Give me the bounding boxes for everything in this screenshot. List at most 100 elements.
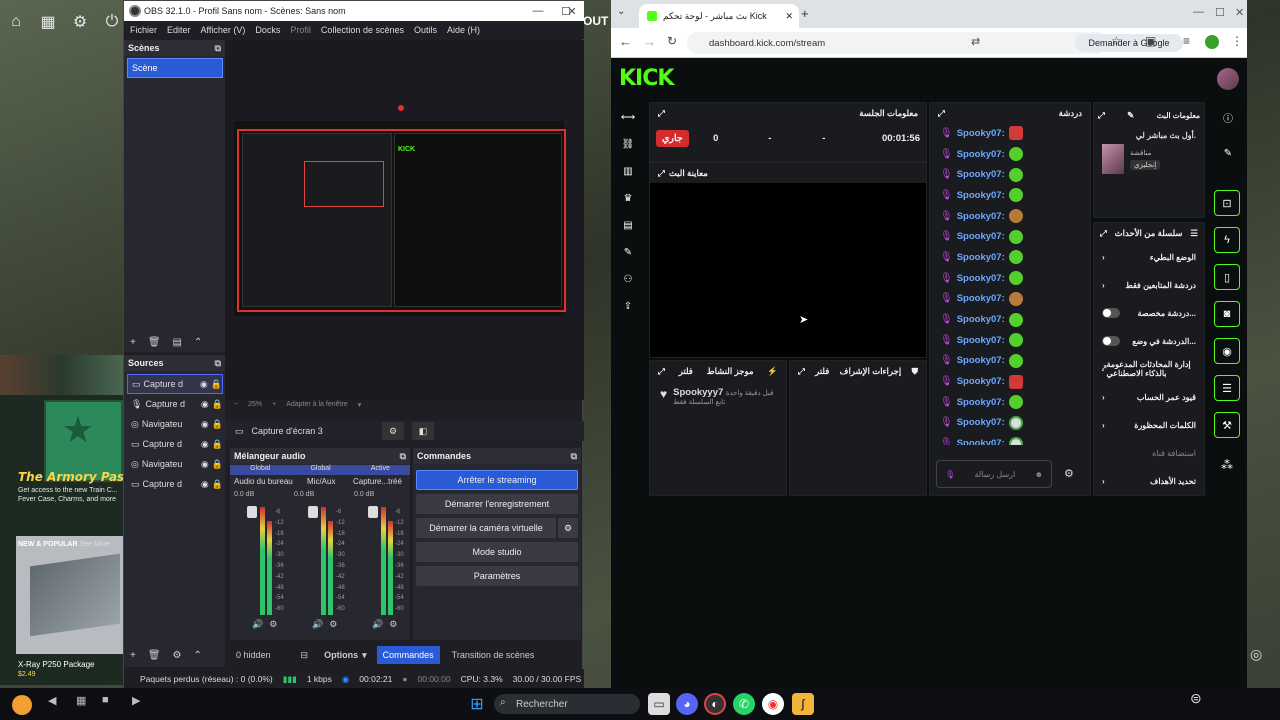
chat-username[interactable]: Spooky07:: [957, 335, 1005, 346]
upload-icon[interactable]: ⇪: [621, 299, 635, 313]
tab-scene-transitions[interactable]: Transition de scènes: [446, 650, 541, 660]
reload-icon[interactable]: ↻: [667, 34, 677, 48]
chat-message[interactable]: 🎙 Spooky07:: [930, 392, 1090, 413]
close-tab-icon[interactable]: ✕: [785, 11, 793, 22]
chat-settings-icon[interactable]: ⚙: [1064, 467, 1074, 480]
filter-icon[interactable]: ▤: [173, 337, 182, 348]
broadcast-icon[interactable]: ◉: [1214, 338, 1240, 364]
trash-icon[interactable]: 🗑: [148, 337, 161, 348]
options-button[interactable]: Options ▾: [324, 650, 367, 661]
address-bar[interactable]: dashboard.kick.com/stream Demander à Goo…: [687, 32, 1183, 54]
add-icon[interactable]: +: [130, 337, 136, 348]
browser-tab[interactable]: بث مباشر - لوحة تحكم Kick ✕: [639, 4, 799, 28]
expand-icon[interactable]: ⤢: [1100, 228, 1107, 239]
source-item[interactable]: ▭ Capture d ◉ 🔒: [127, 374, 223, 394]
rotate-handle[interactable]: [398, 105, 404, 111]
back-icon[interactable]: ←: [619, 34, 632, 49]
obs-taskbar-icon[interactable]: ◐: [704, 693, 726, 715]
undock-icon[interactable]: ⧉: [400, 451, 406, 462]
filter-label[interactable]: فلتر: [679, 366, 693, 377]
stop-streaming-button[interactable]: Arrêter le streaming: [416, 470, 578, 490]
chevron-down-icon[interactable]: ⌄: [617, 6, 625, 17]
chat-message[interactable]: 🎙 Spooky07:: [930, 144, 1090, 165]
undock-icon[interactable]: ⧉: [215, 358, 221, 369]
windows-start-icon[interactable]: ⊞: [466, 693, 488, 715]
translate-icon[interactable]: ⇄: [971, 35, 980, 48]
layout-icon[interactable]: ⁂: [1221, 458, 1233, 472]
ad-see-more[interactable]: See More: [79, 541, 109, 548]
more-icon[interactable]: ⋮: [1231, 34, 1243, 48]
whatsapp-icon[interactable]: ✆: [733, 693, 755, 715]
preview-selection[interactable]: [237, 129, 566, 312]
channel-name[interactable]: Audio du bureau: [234, 477, 293, 486]
chevron-up-icon[interactable]: ⌃: [194, 337, 202, 348]
profile-avatar[interactable]: [1205, 35, 1219, 49]
info-icon[interactable]: ⓘ: [1213, 110, 1243, 130]
volume-slider[interactable]: [247, 506, 257, 518]
eye-icon[interactable]: ◉: [201, 419, 209, 430]
menu-docks[interactable]: Docks: [251, 25, 284, 35]
lock-icon[interactable]: 🔒: [212, 399, 223, 410]
settings-nav-item[interactable]: › قيود عمر الحساب: [1094, 383, 1204, 411]
gear-icon[interactable]: ⚙: [329, 619, 337, 630]
sidepanel-icon[interactable]: ▣: [1145, 34, 1156, 48]
chat-message[interactable]: 🎙 Spooky07:: [930, 413, 1090, 434]
chat-username[interactable]: Spooky07:: [957, 438, 1005, 445]
forward-icon[interactable]: →: [643, 34, 656, 49]
chat-message[interactable]: 🎙 Spooky07:: [930, 330, 1090, 351]
chrome-icon[interactable]: ◉: [762, 693, 784, 715]
file-explorer-icon[interactable]: ▭: [648, 693, 670, 715]
chat-input[interactable]: 🎙 ارسل رسالة ☻: [936, 460, 1052, 488]
users-icon[interactable]: ⚇: [621, 272, 635, 286]
chat-message[interactable]: 🎙 Spooky07:: [930, 268, 1090, 289]
source-item[interactable]: ◎ Navigateu ◉ 🔒: [127, 414, 223, 434]
zoom-in-icon[interactable]: +: [272, 401, 276, 409]
chat-message[interactable]: 🎙 Spooky07:: [930, 309, 1090, 330]
fingerprint-icon[interactable]: ◎: [1250, 646, 1262, 663]
speaker-icon[interactable]: 🔊: [312, 619, 323, 630]
source-item[interactable]: ◎ Navigateu ◉ 🔒: [127, 454, 223, 474]
eye-icon[interactable]: ◉: [201, 459, 209, 470]
chat-message[interactable]: 🎙 Spooky07:: [930, 371, 1090, 392]
wrench-icon[interactable]: ✎: [621, 245, 635, 259]
menu-file[interactable]: Fichier: [126, 25, 161, 35]
start-virtual-camera-button[interactable]: Démarrer la caméra virtuelle: [416, 518, 556, 538]
speaker-icon[interactable]: 🔊: [252, 619, 263, 630]
chat-message[interactable]: 🎙 Spooky07:: [930, 351, 1090, 372]
menu-tools[interactable]: Outils: [410, 25, 441, 35]
chat-message[interactable]: 🎙 Spooky07:: [930, 206, 1090, 227]
document-icon[interactable]: ▯: [1214, 264, 1240, 290]
gear-icon[interactable]: ⚙: [173, 650, 182, 661]
menu-edit[interactable]: Editer: [163, 25, 195, 35]
stream-icon[interactable]: ⟷: [621, 110, 635, 124]
grid-icon[interactable]: ▦: [34, 8, 62, 36]
discord-icon[interactable]: ◕: [676, 693, 698, 715]
settings-nav-item[interactable]: › دردشة المتابعين فقط: [1094, 271, 1204, 299]
settings-button[interactable]: Paramètres: [416, 566, 578, 586]
eye-icon[interactable]: ◉: [200, 379, 208, 390]
trash-icon[interactable]: 🗑: [148, 650, 161, 661]
minimize-icon[interactable]: —: [524, 1, 552, 21]
bolt-icon[interactable]: ϟ: [1214, 227, 1240, 253]
settings-nav-item[interactable]: دردشة مخصصة...: [1094, 299, 1204, 327]
play-icon[interactable]: ▶: [132, 694, 140, 707]
gear-icon[interactable]: ⚙: [558, 518, 578, 538]
chat-username[interactable]: Spooky07:: [957, 293, 1005, 304]
studio-mode-button[interactable]: Mode studio: [416, 542, 578, 562]
source-properties-icon[interactable]: ⚙: [382, 422, 404, 440]
minimize-icon[interactable]: —: [1193, 6, 1204, 18]
gear-icon[interactable]: ⚙: [269, 619, 277, 630]
stop-icon[interactable]: ■: [102, 694, 109, 706]
expand-icon[interactable]: ⤢: [658, 366, 665, 377]
app-icon[interactable]: ∫: [792, 693, 814, 715]
undock-icon[interactable]: ⧉: [571, 451, 577, 462]
eye-icon[interactable]: ◉: [201, 479, 209, 490]
settings-nav-item[interactable]: › الكلمات المحظورة: [1094, 411, 1204, 439]
link-icon[interactable]: ⛓: [621, 137, 635, 151]
expand-icon[interactable]: ⤢: [658, 108, 665, 119]
browser-app-icon[interactable]: [12, 695, 32, 715]
stats-icon[interactable]: ▥: [621, 164, 635, 178]
chat-username[interactable]: Spooky07:: [957, 355, 1005, 366]
close-icon[interactable]: ✕: [558, 1, 586, 21]
chat-message[interactable]: 🎙 Spooky07:: [930, 123, 1090, 144]
